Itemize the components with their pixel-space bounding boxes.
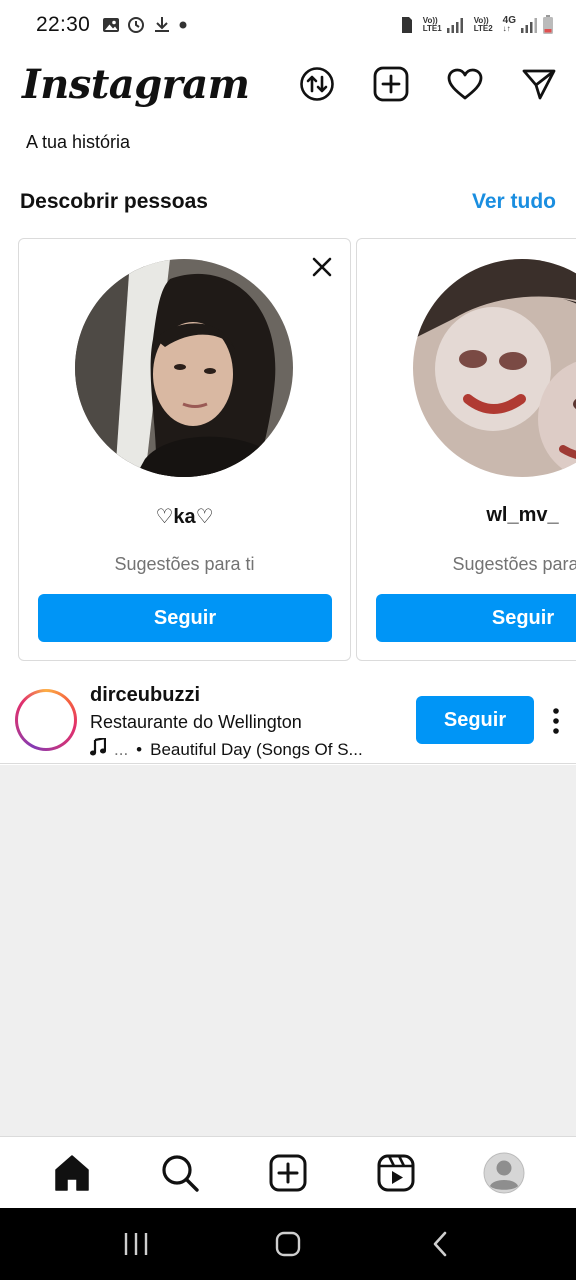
- new-post-icon[interactable]: [372, 65, 410, 103]
- net-label-2: Vo)) LTE2: [474, 17, 493, 33]
- status-right: Vo)) LTE1 Vo)) LTE2 4G ↓↑: [401, 15, 554, 35]
- your-story-label[interactable]: A tua história: [26, 132, 130, 153]
- arrows-icon: ↓↑: [502, 24, 511, 33]
- discover-header: Descobrir pessoas Ver tudo: [20, 190, 556, 214]
- sim-icon: [401, 16, 413, 34]
- back-icon[interactable]: [420, 1224, 460, 1264]
- header-actions: [298, 65, 558, 103]
- separator-dot: •: [136, 739, 143, 759]
- heart-icon[interactable]: [446, 65, 484, 103]
- post-header: dirceubuzzi Restaurante do Wellington ..…: [0, 676, 576, 764]
- follow-button[interactable]: Seguir: [376, 594, 576, 642]
- follow-button[interactable]: Seguir: [38, 594, 332, 642]
- create-icon[interactable]: [266, 1151, 310, 1195]
- signal-icon-2: [520, 17, 538, 33]
- suggestion-card: ♡ka♡ Sugestões para ti Seguir: [18, 238, 351, 661]
- dot-icon: [178, 20, 188, 30]
- bottom-nav: [0, 1136, 576, 1208]
- signal-icon: [446, 17, 464, 33]
- post-location[interactable]: Restaurante do Wellington: [90, 712, 302, 733]
- reels-icon[interactable]: [374, 1151, 418, 1195]
- suggestion-subtitle: Sugestões para ti: [452, 554, 576, 574]
- home-icon[interactable]: [50, 1151, 94, 1195]
- post-media-placeholder: [0, 765, 576, 1136]
- suggestion-name[interactable]: wl_mv_: [357, 504, 576, 527]
- system-nav: [0, 1208, 576, 1280]
- net-type: 4G ↓↑: [502, 16, 516, 33]
- post-username[interactable]: dirceubuzzi: [90, 684, 200, 707]
- music-note-icon: [90, 738, 107, 761]
- avatar[interactable]: [413, 259, 576, 477]
- net1-line2: LTE1: [422, 24, 442, 33]
- close-icon[interactable]: [310, 255, 334, 279]
- search-icon[interactable]: [158, 1151, 202, 1195]
- instagram-screen: 22:30 Vo)) LTE1 Vo)) LTE2 4G ↓↑ Instagra…: [0, 0, 576, 1280]
- follow-button[interactable]: Seguir: [416, 696, 534, 744]
- alarm-icon: [126, 15, 146, 35]
- battery-icon: [542, 15, 554, 35]
- suggestion-card: wl_mv_ Sugestões para ti Seguir: [356, 238, 576, 661]
- discover-title: Descobrir pessoas: [20, 190, 208, 213]
- status-time: 22:30: [36, 13, 91, 36]
- suggestion-subtitle: Sugestões para ti: [114, 554, 255, 574]
- net-label-1: Vo)) LTE1: [423, 17, 442, 33]
- suggestion-name[interactable]: ♡ka♡: [19, 504, 350, 529]
- home-button-icon[interactable]: [268, 1224, 308, 1264]
- instagram-logo: Instagram: [22, 60, 250, 108]
- story-ring-avatar[interactable]: [15, 689, 77, 751]
- recents-icon[interactable]: [116, 1224, 156, 1264]
- see-all-link[interactable]: Ver tudo: [472, 190, 556, 214]
- sync-icon[interactable]: [298, 65, 336, 103]
- music-artist: ...: [114, 739, 129, 759]
- send-icon[interactable]: [520, 65, 558, 103]
- download-icon: [152, 15, 172, 35]
- music-title: Beautiful Day (Songs Of S...: [150, 739, 363, 759]
- avatar[interactable]: [75, 259, 293, 477]
- more-options-icon[interactable]: [546, 706, 566, 736]
- profile-icon[interactable]: [482, 1151, 526, 1195]
- app-header: Instagram: [0, 50, 576, 118]
- post-music[interactable]: ... • Beautiful Day (Songs Of S...: [90, 738, 400, 761]
- suggestion-cards[interactable]: ♡ka♡ Sugestões para ti Seguir wl_mv_ Sug…: [18, 238, 576, 662]
- gallery-icon: [102, 16, 120, 34]
- net2-line2: LTE2: [473, 24, 493, 33]
- avatar: [18, 692, 74, 748]
- notification-icons: [102, 15, 188, 35]
- status-bar: 22:30 Vo)) LTE1 Vo)) LTE2 4G ↓↑: [0, 0, 576, 50]
